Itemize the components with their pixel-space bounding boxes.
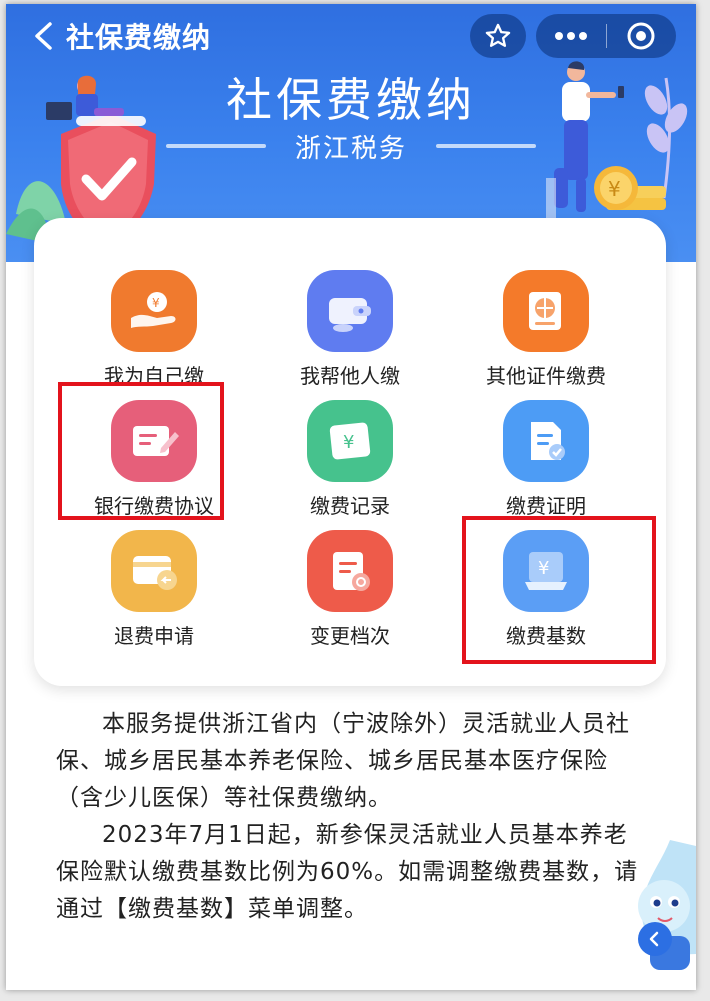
hand-coin-icon: ¥ bbox=[111, 270, 197, 352]
menu-payment-certificate[interactable]: 缴费证明 bbox=[456, 400, 636, 520]
menu-label: 缴费记录 bbox=[310, 494, 390, 518]
star-icon bbox=[485, 23, 511, 47]
menu-label: 退费申请 bbox=[114, 624, 194, 648]
certificate-check-icon bbox=[503, 400, 589, 482]
target-close-icon bbox=[627, 22, 655, 50]
nav-title: 社保费缴纳 bbox=[66, 21, 212, 54]
more-dots-icon bbox=[554, 32, 587, 40]
favorite-button[interactable] bbox=[470, 14, 526, 58]
menu-other-documents[interactable]: 其他证件缴费 bbox=[456, 270, 636, 390]
description-paragraph-1: 本服务提供浙江省内（宁波除外）灵活就业人员社保、城乡居民基本养老保险、城乡居民基… bbox=[56, 711, 630, 811]
mini-program-capsule bbox=[536, 14, 676, 58]
menu-pay-others[interactable]: 我帮他人缴 bbox=[260, 270, 440, 390]
globe-card-icon bbox=[503, 270, 589, 352]
menu-label: 缴费证明 bbox=[506, 494, 586, 518]
svg-text:¥: ¥ bbox=[152, 296, 160, 310]
subtitle-line-right bbox=[436, 144, 536, 148]
menu-label: 其他证件缴费 bbox=[486, 364, 606, 388]
refund-card-icon bbox=[111, 530, 197, 612]
svg-text:¥: ¥ bbox=[343, 432, 354, 453]
app-frame: 社保费缴纳 社保费缴纳 浙江税务 ¥ ¥ 我为自己缴 我帮他人缴 其他证件缴费 … bbox=[6, 4, 696, 990]
wallet-icon bbox=[307, 270, 393, 352]
mascot-character bbox=[638, 840, 696, 970]
document-change-icon bbox=[307, 530, 393, 612]
mascot-collapse-button[interactable] bbox=[638, 922, 672, 956]
description-paragraph-2: 2023年7月1日起，新参保灵活就业人员基本养老保险默认缴费基数比例为60%。如… bbox=[56, 822, 639, 922]
svg-text:¥: ¥ bbox=[608, 177, 621, 201]
menu-payment-records[interactable]: ¥ 缴费记录 bbox=[260, 400, 440, 520]
highlight-box-bank-agreement bbox=[58, 382, 224, 520]
bill-yen-icon: ¥ bbox=[307, 400, 393, 482]
menu-change-grade[interactable]: 变更档次 bbox=[260, 530, 440, 650]
close-button[interactable] bbox=[607, 14, 677, 58]
menu-refund-request[interactable]: 退费申请 bbox=[64, 530, 244, 650]
chevron-left-icon bbox=[35, 22, 52, 50]
more-button[interactable] bbox=[536, 14, 606, 58]
service-menu-card: ¥ 我为自己缴 我帮他人缴 其他证件缴费 银行缴费协议 ¥ 缴费记录 缴费证明 … bbox=[34, 218, 666, 686]
menu-label: 变更档次 bbox=[310, 624, 390, 648]
menu-pay-self[interactable]: ¥ 我为自己缴 bbox=[64, 270, 244, 390]
chevron-left-icon bbox=[649, 931, 659, 947]
service-description: 本服务提供浙江省内（宁波除外）灵活就业人员社保、城乡居民基本养老保险、城乡居民基… bbox=[56, 706, 646, 928]
highlight-box-payment-base bbox=[462, 516, 656, 664]
menu-label: 我帮他人缴 bbox=[300, 364, 400, 388]
back-button[interactable] bbox=[30, 14, 56, 58]
